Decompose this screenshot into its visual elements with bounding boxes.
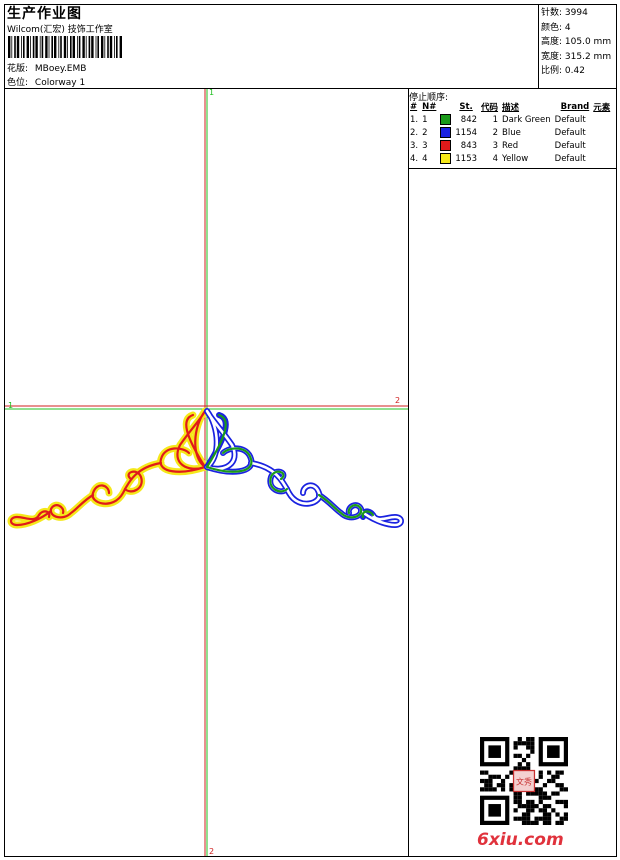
col-element: 元素 <box>593 103 611 113</box>
row-index: 3. <box>410 140 419 151</box>
col-description: 描述 <box>502 103 520 113</box>
row-brand: Default <box>554 153 586 164</box>
color-swatch <box>440 114 452 125</box>
barcode-image <box>8 36 122 58</box>
blue-outline <box>204 408 404 528</box>
row-description: Red <box>502 140 519 151</box>
table-divider <box>408 168 617 169</box>
col-swatch <box>438 101 453 113</box>
table-row: 4. 4 1153 4 Yellow Default <box>408 152 612 165</box>
row-brand: Default <box>554 140 586 151</box>
row-needle: 1 <box>422 114 428 125</box>
row-stitches: 1153 <box>455 153 478 164</box>
row-description: Dark Green <box>502 114 551 125</box>
yellow-outline <box>7 407 209 529</box>
col-code: 代码 <box>481 103 499 113</box>
qr-code-image: 文秀 <box>480 737 568 825</box>
axis-label-left: 1 <box>8 401 14 410</box>
axis-label-bottom: 2 <box>209 847 215 856</box>
row-stitches: 1154 <box>455 127 478 138</box>
left-scroll-motif <box>7 407 209 529</box>
row-code: 2 <box>492 127 499 138</box>
row-needle: 2 <box>422 127 428 138</box>
row-description: Blue <box>502 127 521 138</box>
design-label: 花版: <box>7 64 29 74</box>
row-element <box>591 126 612 139</box>
embroidery-canvas <box>5 89 408 856</box>
stat-width: 宽度: 315.2 mm <box>541 51 612 62</box>
row-brand: Default <box>554 114 586 125</box>
row-code: 4 <box>492 153 499 164</box>
watermark-logo: 6xiu.com <box>477 830 564 850</box>
col-index: # <box>410 102 418 112</box>
row-index: 4. <box>410 153 419 164</box>
row-index: 2. <box>410 127 419 138</box>
stats-panel: 针数: 3994 颜色: 4 高度: 105.0 mm 宽度: 315.2 mm… <box>541 6 611 79</box>
row-swatch <box>438 139 453 152</box>
studio-subtitle: Wilcom(汇宏) 技饰工作室 <box>7 25 113 35</box>
row-swatch <box>438 126 453 139</box>
stat-colors: 颜色: 4 <box>541 22 571 33</box>
row-description: Yellow <box>502 153 529 164</box>
row-needle: 3 <box>422 140 428 151</box>
col-brand: Brand <box>560 102 590 112</box>
stop-sequence-table: # N# St. 代码 描述 Brand 元素 1. 1 842 1 Dark Gree… <box>408 101 612 165</box>
color-swatch <box>440 127 452 138</box>
table-row: 1. 1 842 1 Dark Green Default <box>408 113 612 126</box>
row-needle: 4 <box>422 153 428 164</box>
row-code: 1 <box>492 114 499 125</box>
color-swatch <box>440 140 452 151</box>
row-stitches: 842 <box>460 114 478 125</box>
canvas-divider <box>408 88 409 856</box>
row-swatch <box>438 152 453 165</box>
right-scroll-motif <box>204 408 404 528</box>
design-info: 花版: MBoey.EMB <box>7 61 86 74</box>
colorway-value: Colorway 1 <box>34 78 86 88</box>
qr-seal-text: 文秀 <box>516 776 532 786</box>
colorway-label: 色位: <box>7 78 29 88</box>
stats-divider <box>538 5 539 88</box>
color-swatch <box>440 153 452 164</box>
stat-stitches: 针数: 3994 <box>541 8 588 18</box>
table-row: 3. 3 843 3 Red Default <box>408 139 612 152</box>
row-element <box>591 113 612 126</box>
row-element <box>591 139 612 152</box>
col-needle: N# <box>422 102 437 112</box>
row-element <box>591 152 612 165</box>
axis-label-top: 1 <box>209 88 215 97</box>
colorway-info: 色位: Colorway 1 <box>7 75 85 88</box>
red-stitch <box>9 409 207 527</box>
col-stitches: St. <box>459 102 473 112</box>
stat-height: 高度: 105.0 mm <box>541 37 612 47</box>
axis-label-right: 2 <box>395 396 401 405</box>
row-index: 1. <box>410 114 419 125</box>
table-row: 2. 2 1154 2 Blue Default <box>408 126 612 139</box>
page-title: 生产作业图 <box>7 6 82 22</box>
row-stitches: 843 <box>460 140 478 151</box>
row-brand: Default <box>554 127 586 138</box>
design-value: MBoey.EMB <box>34 64 87 74</box>
row-code: 3 <box>492 140 499 151</box>
blue-inner <box>205 409 403 527</box>
stat-scale: 比例: 0.42 <box>541 66 585 76</box>
table-header-row: # N# St. 代码 描述 Brand 元素 <box>408 101 612 113</box>
row-swatch <box>438 113 453 126</box>
